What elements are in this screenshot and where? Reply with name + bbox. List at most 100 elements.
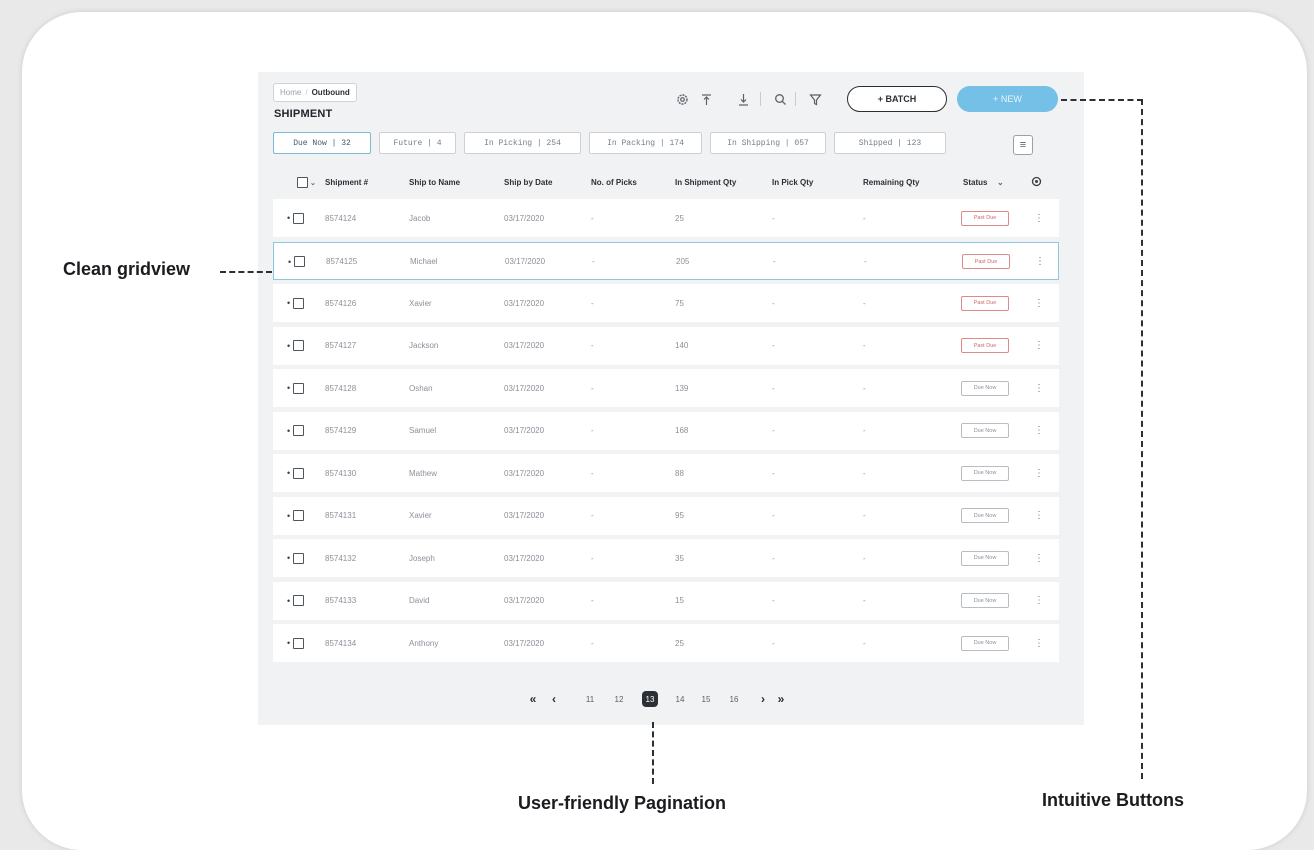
table-row[interactable]: • 8574125 Michael 03/17/2020 - 205 - - Past Due ⋮ [273, 241, 1059, 281]
new-button[interactable]: + NEW [957, 86, 1058, 112]
table-row[interactable]: • 8574127 Jackson 03/17/2020 - 140 - - Past Due ⋮ [273, 326, 1059, 365]
row-menu-icon[interactable]: ⋮ [1034, 199, 1044, 237]
toolbar-divider [795, 92, 796, 106]
select-all[interactable]: ⌄ [297, 177, 316, 188]
cell-date: 03/17/2020 [504, 468, 545, 478]
expand-dot-icon[interactable]: • [287, 553, 290, 563]
expand-dot-icon[interactable]: • [287, 341, 290, 351]
col-shipment[interactable]: Shipment # [325, 178, 368, 187]
row-select: • [288, 243, 306, 281]
col-in-pick-qty[interactable]: In Pick Qty [772, 178, 813, 187]
download-icon[interactable] [734, 90, 752, 108]
col-no-of-picks[interactable]: No. of Picks [591, 178, 637, 187]
expand-dot-icon[interactable]: • [287, 383, 290, 393]
cell-status: Due Now [961, 624, 1009, 662]
page-13-current[interactable]: 13 [642, 691, 658, 707]
search-icon[interactable] [771, 90, 789, 108]
expand-dot-icon[interactable]: • [287, 468, 290, 478]
chevron-down-icon[interactable]: ⌄ [997, 178, 1004, 187]
table-row[interactable]: • 8574131 Xavier 03/17/2020 - 95 - - Due Now ⋮ [273, 496, 1059, 535]
select-all-checkbox[interactable] [297, 177, 308, 188]
row-checkbox[interactable] [293, 425, 305, 436]
row-checkbox[interactable] [293, 467, 305, 479]
cell-date: 03/17/2020 [504, 638, 545, 648]
expand-dot-icon[interactable]: • [287, 213, 290, 223]
row-menu-icon[interactable]: ⋮ [1035, 243, 1045, 281]
expand-dot-icon[interactable]: • [287, 511, 290, 521]
cell-qty: 35 [675, 553, 684, 563]
tab-due-now[interactable]: Due Now | 32 [273, 132, 371, 154]
tab-in-packing[interactable]: In Packing | 174 [589, 132, 702, 154]
row-checkbox[interactable] [293, 552, 305, 564]
col-status[interactable]: Status [963, 178, 987, 187]
table-row[interactable]: • 8574126 Xavier 03/17/2020 - 75 - - Past Due ⋮ [273, 284, 1059, 322]
tab-in-shipping[interactable]: In Shipping | 057 [710, 132, 826, 154]
row-select: • [287, 539, 305, 577]
row-checkbox[interactable] [293, 212, 305, 224]
row-checkbox[interactable] [293, 382, 305, 394]
expand-dot-icon[interactable]: • [288, 257, 291, 267]
row-menu-icon[interactable]: ⋮ [1034, 454, 1044, 492]
row-menu-icon[interactable]: ⋮ [1034, 412, 1044, 450]
expand-dot-icon[interactable]: • [287, 638, 290, 648]
col-ship-to-name[interactable]: Ship to Name [409, 178, 460, 187]
cell-status: Past Due [961, 199, 1009, 237]
row-checkbox[interactable] [293, 340, 305, 351]
row-checkbox[interactable] [294, 256, 306, 267]
last-page-button[interactable]: » [773, 690, 789, 708]
page-12[interactable]: 12 [612, 690, 626, 708]
expand-dot-icon[interactable]: • [287, 298, 290, 308]
cell-remaining: - [863, 213, 866, 223]
tab-future[interactable]: Future | 4 [379, 132, 456, 154]
next-page-button[interactable]: › [756, 690, 770, 708]
batch-button[interactable]: + BATCH [847, 86, 947, 112]
row-menu-icon[interactable]: ⋮ [1034, 284, 1044, 322]
sort-icon[interactable] [697, 90, 715, 108]
toolbar-divider [760, 92, 761, 106]
row-menu-icon[interactable]: ⋮ [1034, 624, 1044, 662]
row-checkbox[interactable] [293, 510, 305, 521]
filter-icon[interactable] [806, 90, 824, 108]
prev-page-button[interactable]: ‹ [547, 690, 561, 708]
table-row[interactable]: • 8574132 Joseph 03/17/2020 - 35 - - Due Now ⋮ [273, 539, 1059, 577]
table-row[interactable]: • 8574128 Oshan 03/17/2020 - 139 - - Due Now ⋮ [273, 369, 1059, 407]
row-menu-icon[interactable]: ⋮ [1034, 369, 1044, 407]
cell-picks: - [591, 638, 594, 648]
table-row[interactable]: • 8574130 Mathew 03/17/2020 - 88 - - Due Now ⋮ [273, 454, 1059, 492]
row-menu-icon[interactable]: ⋮ [1034, 539, 1044, 577]
col-in-shipment-qty[interactable]: In Shipment Qty [675, 178, 736, 187]
status-badge: Past Due [962, 254, 1010, 269]
cell-name: Samuel [409, 426, 437, 435]
row-checkbox[interactable] [293, 595, 305, 606]
cell-picks: - [592, 257, 595, 266]
row-menu-icon[interactable]: ⋮ [1034, 497, 1044, 535]
col-remaining-qty[interactable]: Remaining Qty [863, 178, 919, 187]
page-11[interactable]: 11 [583, 690, 597, 708]
breadcrumb-home[interactable]: Home [280, 88, 301, 97]
expand-dot-icon[interactable]: • [287, 426, 290, 436]
tab-in-picking[interactable]: In Picking | 254 [464, 132, 581, 154]
page-14[interactable]: 14 [673, 690, 687, 708]
page-15[interactable]: 15 [699, 690, 713, 708]
tab-shipped[interactable]: Shipped | 123 [834, 132, 946, 154]
table-row[interactable]: • 8574134 Anthony 03/17/2020 - 25 - - Due Now ⋮ [273, 624, 1059, 662]
cell-date: 03/17/2020 [504, 383, 545, 393]
page-16[interactable]: 16 [727, 690, 741, 708]
row-checkbox[interactable] [293, 297, 305, 309]
expand-dot-icon[interactable]: • [287, 596, 290, 606]
gear-icon[interactable] [673, 90, 691, 108]
chevron-down-icon[interactable]: ⌄ [310, 179, 316, 187]
first-page-button[interactable]: « [525, 690, 541, 708]
column-settings-icon[interactable] [1031, 176, 1042, 189]
cell-qty: 15 [675, 596, 684, 605]
col-ship-by-date[interactable]: Ship by Date [504, 178, 552, 187]
table-row[interactable]: • 8574133 David 03/17/2020 - 15 - - Due Now ⋮ [273, 581, 1059, 620]
cell-date: 03/17/2020 [505, 257, 546, 266]
row-menu-icon[interactable]: ⋮ [1034, 582, 1044, 620]
list-view-icon[interactable]: ≡ [1013, 135, 1033, 155]
row-checkbox[interactable] [293, 637, 305, 649]
table-row[interactable]: • 8574124 Jacob 03/17/2020 - 25 - - Past Due ⋮ [273, 199, 1059, 237]
table-row[interactable]: • 8574129 Samuel 03/17/2020 - 168 - - Due Now ⋮ [273, 411, 1059, 450]
row-menu-icon[interactable]: ⋮ [1034, 327, 1044, 365]
cell-name: Jacob [409, 213, 431, 223]
